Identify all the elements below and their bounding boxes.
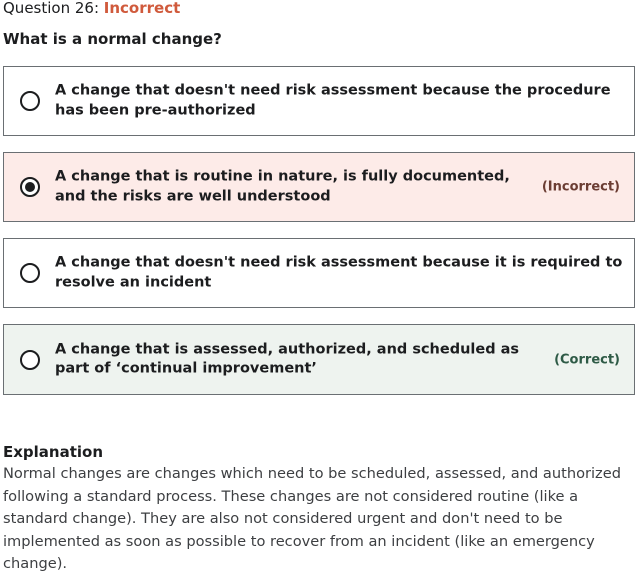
incorrect-badge: (Incorrect) xyxy=(541,179,620,195)
result-status: Incorrect xyxy=(103,0,181,17)
radio-button-icon[interactable] xyxy=(20,349,40,370)
answer-option-1[interactable]: A change that doesn't need risk assessme… xyxy=(3,66,635,136)
answer-option-2[interactable]: A change that is routine in nature, is f… xyxy=(3,152,635,222)
correct-badge: (Correct) xyxy=(554,352,620,367)
radio-button-icon[interactable] xyxy=(20,263,40,283)
answer-option-text: A change that is assessed, authorized, a… xyxy=(55,341,520,377)
question-number: Question 26: xyxy=(3,0,99,17)
question-text: What is a normal change? xyxy=(3,30,222,48)
question-header: Question 26: Incorrect xyxy=(3,0,180,18)
answer-option-4[interactable]: A change that is assessed, authorized, a… xyxy=(3,324,635,395)
explanation-title: Explanation xyxy=(3,443,104,461)
answer-option-text: A change that is routine in nature, is f… xyxy=(55,168,510,205)
answer-option-3[interactable]: A change that doesn't need risk assessme… xyxy=(3,238,635,308)
radio-button-icon[interactable] xyxy=(20,91,40,111)
answer-option-text: A change that doesn't need risk assessme… xyxy=(55,82,611,119)
answer-option-text: A change that doesn't need risk assessme… xyxy=(55,254,623,291)
radio-button-selected-icon[interactable] xyxy=(20,177,40,197)
